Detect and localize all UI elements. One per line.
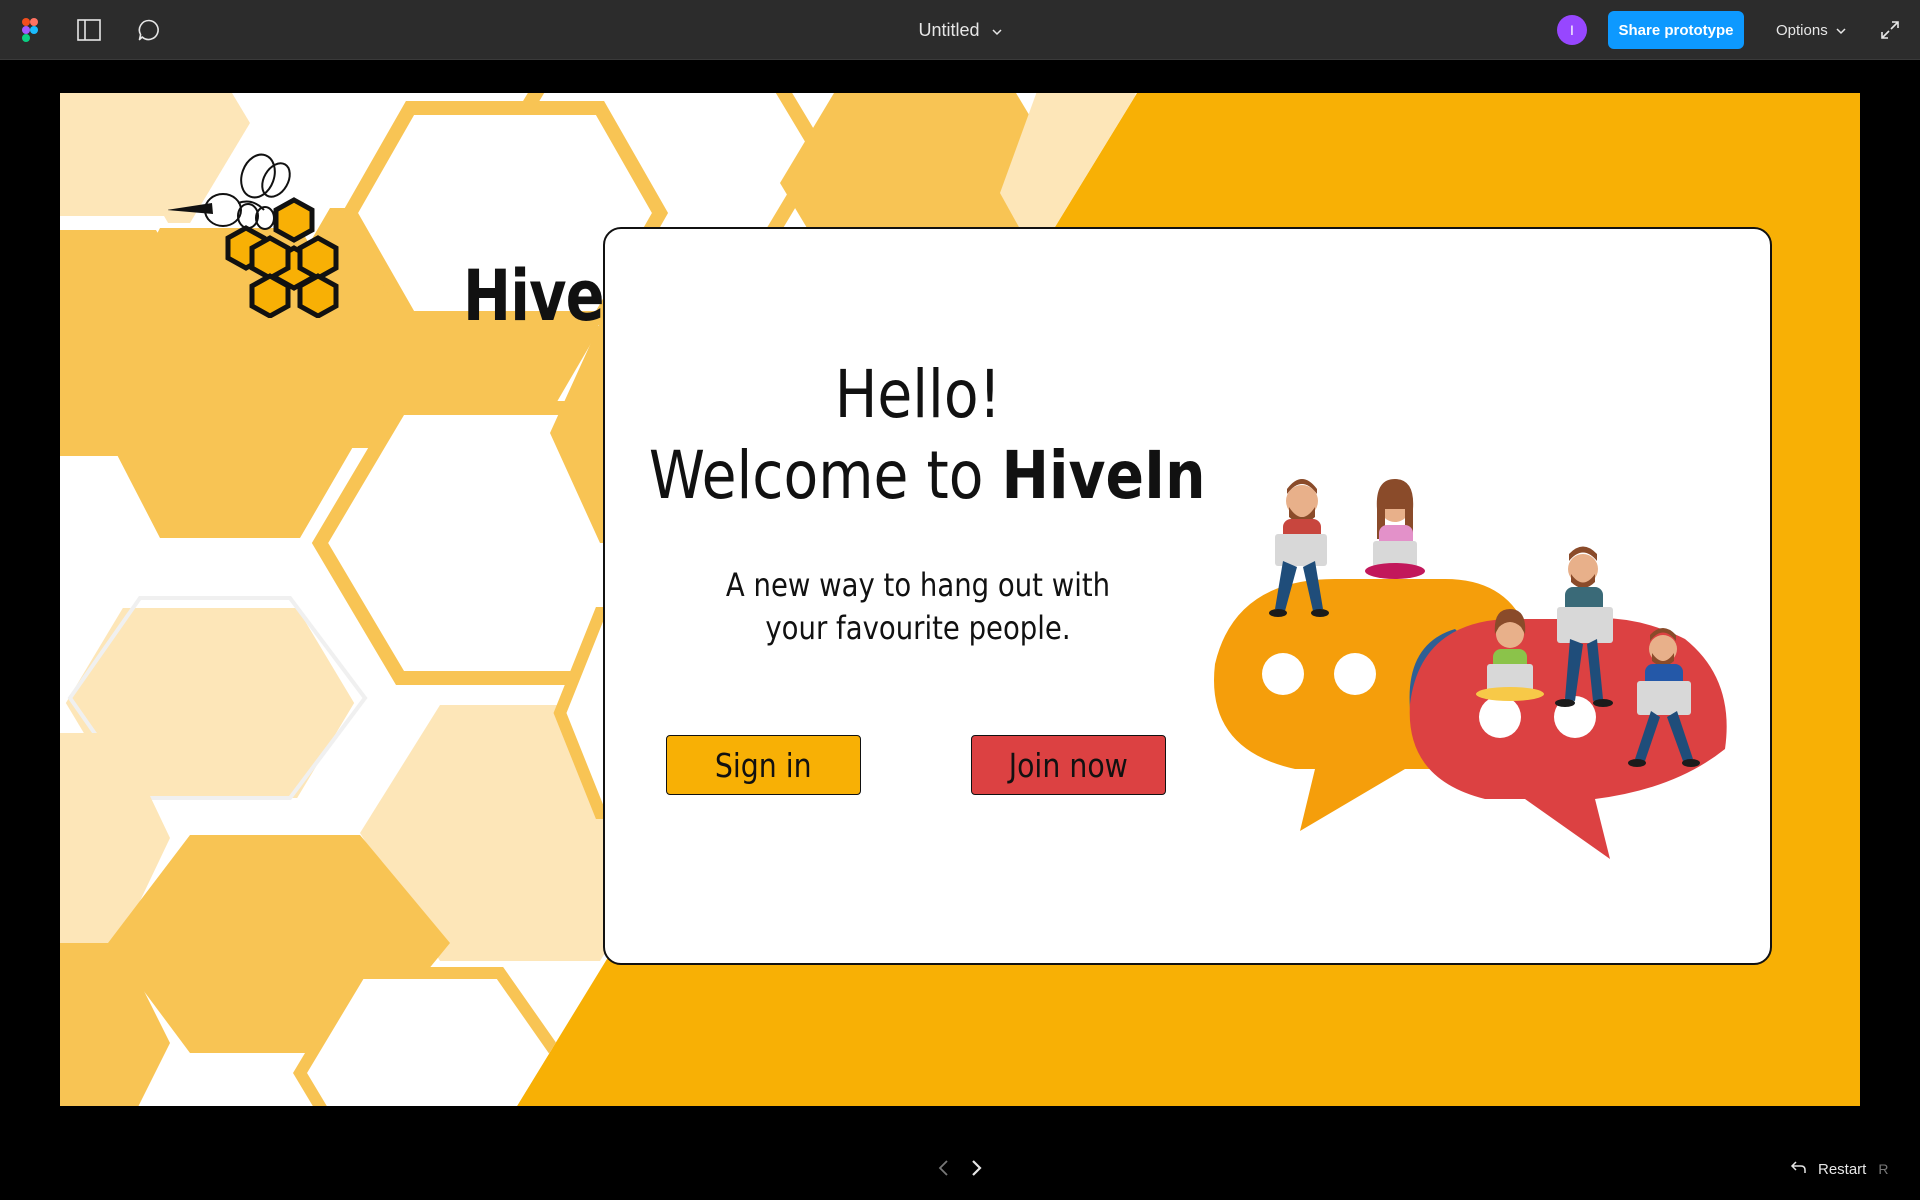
share-prototype-button[interactable]: Share prototype (1608, 11, 1744, 49)
restart-shortcut-key: R (1878, 1161, 1889, 1177)
people-chat-bubbles-illustration (1214, 479, 1727, 859)
chevron-down-icon (1836, 22, 1846, 39)
hello-heading: Hello! (834, 356, 1002, 433)
sign-in-label: Sign in (715, 745, 812, 785)
comment-icon[interactable] (133, 14, 165, 46)
sign-in-button[interactable]: Sign in (666, 735, 861, 795)
arrow-right-icon[interactable] (964, 1156, 988, 1180)
toolbar: Untitled I Share prototype Options (0, 0, 1920, 60)
hivein-logo: HiveIN (168, 148, 672, 331)
options-dropdown[interactable]: Options (1776, 15, 1846, 45)
welcome-prefix: Welcome to (648, 437, 984, 514)
welcome-brand: HiveIn (1001, 437, 1206, 514)
welcome-heading: Welcome to HiveIn (649, 443, 1206, 509)
chevron-down-icon (991, 20, 1002, 41)
expand-icon[interactable] (1874, 14, 1906, 46)
file-title: Untitled (918, 19, 980, 40)
join-now-button[interactable]: Join now (971, 735, 1166, 795)
welcome-card: Hello! Welcome to HiveIn A new way to ha… (603, 227, 1772, 965)
bee-honeycomb-logo-icon (168, 153, 339, 318)
tagline-line-2: your favourite people. (765, 609, 1071, 647)
prototype-frame: HiveIN Hello! Welcome to HiveIn A new wa… (60, 93, 1860, 1106)
tagline: A new way to hang out with your favourit… (649, 564, 1187, 650)
options-label: Options (1776, 21, 1828, 39)
avatar[interactable]: I (1557, 15, 1587, 45)
restart-icon (1790, 1160, 1806, 1178)
file-title-dropdown[interactable]: Untitled (918, 19, 1002, 41)
tagline-line-1: A new way to hang out with (725, 566, 1111, 604)
restart-button[interactable]: Restart R (1790, 1156, 1888, 1182)
restart-label: Restart (1818, 1160, 1867, 1178)
join-now-label: Join now (1008, 745, 1129, 785)
arrow-left-icon[interactable] (932, 1156, 956, 1180)
prototype-viewer: Untitled I Share prototype Options HiveI… (0, 0, 1920, 1200)
sidebar-panel-icon[interactable] (73, 14, 105, 46)
figma-logo-icon[interactable] (14, 14, 46, 46)
